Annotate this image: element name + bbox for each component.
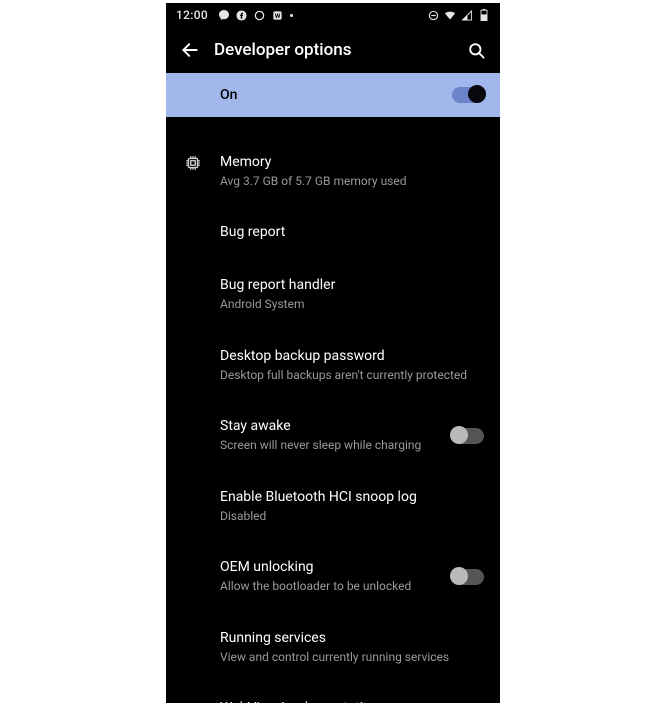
list-item-subtitle: Screen will never sleep while charging [220,438,440,454]
settings-list: Memory Avg 3.7 GB of 5.7 GB memory used … [166,117,500,703]
list-item-title: WebView implementation [220,699,484,703]
list-item-subtitle: View and control currently running servi… [220,650,484,666]
list-item-title: Bug report handler [220,276,484,295]
oem-unlocking-switch[interactable] [452,569,484,585]
page-title: Developer options [214,40,462,60]
list-item-title: Running services [220,629,484,648]
back-button[interactable] [176,40,204,60]
memory-chip-icon [184,154,202,172]
master-toggle-label: On [220,87,452,103]
list-item-title: Stay awake [220,417,440,436]
list-item-subtitle: Android System [220,297,484,313]
stay-awake-switch[interactable] [452,428,484,444]
signal-icon [461,9,473,21]
more-icon [290,14,293,17]
master-toggle-switch[interactable] [452,87,484,103]
row-running-services[interactable]: Running services View and control curren… [166,619,500,675]
master-toggle-bar[interactable]: On [166,73,500,117]
dnd-icon [427,9,439,21]
app-icon: W [272,9,284,21]
status-time: 12:00 [176,8,208,22]
battery-icon [478,9,490,21]
list-item-title: Enable Bluetooth HCI snoop log [220,488,484,507]
row-bug-report[interactable]: Bug report [166,213,500,252]
row-stay-awake[interactable]: Stay awake Screen will never sleep while… [166,407,500,463]
row-memory[interactable]: Memory Avg 3.7 GB of 5.7 GB memory used [166,143,500,199]
list-item-title: Desktop backup password [220,347,484,366]
list-item-subtitle: Allow the bootloader to be unlocked [220,579,440,595]
search-button[interactable] [462,41,490,60]
row-oem-unlocking[interactable]: OEM unlocking Allow the bootloader to be… [166,548,500,604]
row-desktop-backup-password[interactable]: Desktop backup password Desktop full bac… [166,337,500,393]
row-bluetooth-hci[interactable]: Enable Bluetooth HCI snoop log Disabled [166,478,500,534]
facebook-icon [236,9,248,21]
list-item-title: OEM unlocking [220,558,440,577]
row-bug-report-handler[interactable]: Bug report handler Android System [166,266,500,322]
list-item-subtitle: Disabled [220,509,484,525]
row-webview-implementation[interactable]: WebView implementation Android System We… [166,689,500,703]
list-item-title: Memory [220,153,484,172]
circle-icon [254,9,266,21]
search-icon [467,41,486,60]
list-item-subtitle: Avg 3.7 GB of 5.7 GB memory used [220,174,484,190]
wifi-icon [444,9,456,21]
list-item-subtitle: Desktop full backups aren't currently pr… [220,368,484,384]
app-bar: Developer options [166,27,500,73]
svg-text:W: W [275,11,281,19]
status-bar: 12:00 W [166,3,500,27]
arrow-back-icon [180,40,200,60]
phone-frame: 12:00 W [166,3,500,703]
messenger-icon [218,9,230,21]
list-item-title: Bug report [220,223,484,242]
